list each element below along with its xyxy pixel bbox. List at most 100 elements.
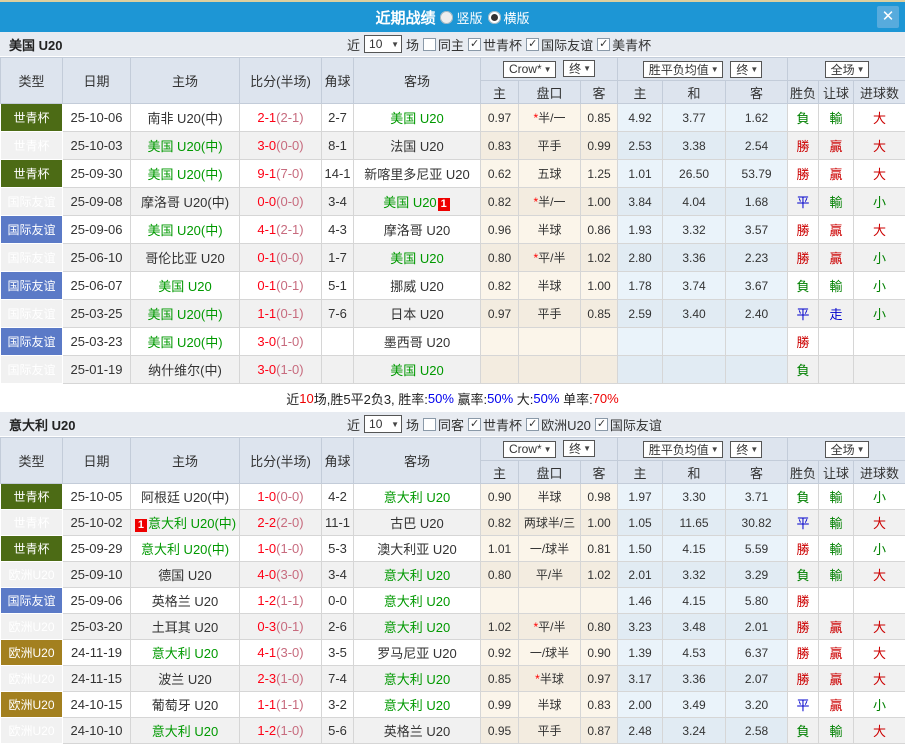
result-handicap: 贏 (818, 243, 855, 272)
avg-select[interactable]: 胜平负均值 ▼ (642, 440, 723, 458)
bookmaker-select[interactable]: Crow* ▼ (502, 440, 556, 458)
home-team: 美国 U20(中) (130, 327, 240, 356)
competition-badge: 欧洲U20 (0, 717, 63, 744)
odds-handicap-line: 半球 (518, 215, 581, 244)
chevron-down-icon: ▼ (710, 444, 719, 454)
friendly-label: 国际友谊 (541, 37, 594, 53)
corner-count: 3-4 (321, 187, 354, 216)
result-handicap: 贏 (818, 159, 855, 188)
odds-final-select[interactable]: 终 ▼ (563, 440, 596, 458)
odds-home: 0.97 (480, 103, 519, 132)
odds-handicap-line: 一/球半 (518, 535, 581, 562)
corner-count: 2-6 (321, 613, 354, 640)
match-date: 25-03-23 (62, 327, 131, 356)
radio-unselected-icon[interactable] (440, 10, 454, 24)
fulltime-score: 1-0 (257, 489, 277, 504)
friendly-label: 国际友谊 (609, 417, 662, 433)
match-count-select[interactable]: 10 ▼ (364, 415, 403, 433)
same-home-label: 同主 (438, 37, 465, 53)
match-date: 25-10-02 (62, 509, 131, 536)
bookmaker-select[interactable]: Crow* ▼ (502, 60, 556, 78)
match-row: 国际友谊 25-03-25 美国 U20(中) 1-1(0-1) 7-6 日本 U20 0.… (0, 299, 905, 328)
radio-selected-icon[interactable] (487, 10, 501, 24)
match-count-select[interactable]: 10 ▼ (364, 35, 403, 53)
worldcup-checkbox[interactable] (468, 417, 482, 431)
avg-draw: 3.32 (662, 215, 727, 244)
euro-u20-checkbox[interactable] (526, 417, 540, 431)
result-wdl: 勝 (787, 535, 820, 562)
close-button[interactable]: ✕ (877, 6, 899, 28)
corner-count: 11-1 (321, 509, 354, 536)
avg-final-select[interactable]: 终 ▼ (730, 60, 763, 78)
comp-filter-friendly: 国际友谊 (594, 415, 662, 434)
sub-odds-away: 客 (579, 80, 619, 104)
home-team: 摩洛哥 U20(中) (130, 187, 240, 216)
odds-away: 0.85 (579, 103, 619, 132)
result-handicap: 贏 (818, 613, 855, 640)
team-name: 澳大利亚 U20 (377, 542, 457, 557)
corner-count: 3-4 (321, 561, 354, 588)
live-odds-asterisk: * (533, 111, 539, 125)
fulltime-score: 4-1 (257, 645, 277, 660)
odds-handicap-line: *半/一 (518, 103, 581, 132)
odds-home (480, 587, 519, 614)
avg-select[interactable]: 胜平负均值 ▼ (642, 60, 723, 78)
competition-badge: 世青杯 (0, 535, 63, 562)
result-char: 輸 (829, 490, 843, 505)
avg-away-win (725, 355, 789, 384)
odds-home: 0.97 (480, 299, 519, 328)
team-name: 美国 U20(中) (147, 223, 223, 238)
same-home-checkbox[interactable] (423, 37, 437, 51)
col-score: 比分(半场) (239, 437, 322, 484)
layout-horizontal-radio[interactable]: 横版 (487, 8, 530, 27)
summary-segment: 10 (299, 390, 314, 406)
odds-away: 1.00 (579, 271, 619, 300)
home-team: 南非 U20(中) (130, 103, 240, 132)
layout-vertical-radio[interactable]: 竖版 (440, 8, 483, 27)
odds-away: 0.85 (579, 299, 619, 328)
layout-vertical-label: 竖版 (456, 10, 483, 26)
avg-away-win: 1.68 (725, 187, 789, 216)
odds-away: 0.98 (579, 483, 619, 510)
friendly-checkbox[interactable] (526, 37, 540, 51)
fulltime-select[interactable]: 全场 ▼ (824, 440, 869, 458)
result-char: 勝 (796, 251, 810, 266)
odds-handicap-line: 一/球半 (518, 639, 581, 666)
avg-home-win: 1.50 (617, 535, 664, 562)
result-wdl: 勝 (787, 327, 820, 356)
worldcup-checkbox[interactable] (468, 37, 482, 51)
fulltime-group-header: 全场 ▼ (787, 57, 905, 81)
odds-home: 0.80 (480, 243, 519, 272)
corner-count: 1-7 (321, 243, 354, 272)
team-name: 意大利 U20 (151, 724, 219, 739)
halftime-score: (3-0) (276, 645, 304, 660)
match-row: 世青杯 25-09-29 意大利 U20(中) 1-0(1-0) 5-3 澳大利亚 U20… (0, 535, 905, 562)
away-team: 意大利 U20 (353, 483, 481, 510)
odds-home: 0.92 (480, 639, 519, 666)
score: 4-1(3-0) (239, 639, 322, 666)
team-name: 美国 U20(中) (147, 139, 223, 154)
odds-handicap-line (518, 355, 581, 384)
fulltime-select[interactable]: 全场 ▼ (824, 60, 869, 78)
same-away-checkbox[interactable] (423, 417, 437, 431)
odds-final-select[interactable]: 终 ▼ (563, 60, 596, 78)
matches-label: 场 (406, 37, 420, 53)
result-over-under: 大 (853, 717, 905, 744)
corner-count: 2-7 (321, 103, 354, 132)
concacaf-checkbox[interactable] (597, 37, 611, 51)
result-handicap: 輸 (818, 535, 855, 562)
avg-home-win: 1.39 (617, 639, 664, 666)
avg-draw: 3.38 (662, 131, 727, 160)
away-team: 意大利 U20 (353, 691, 481, 718)
result-char: 負 (796, 279, 810, 294)
score: 1-0(1-0) (239, 535, 322, 562)
result-char: 贏 (829, 251, 843, 266)
odds-away: 0.86 (579, 215, 619, 244)
match-date: 25-09-10 (62, 561, 131, 588)
friendly-checkbox[interactable] (594, 417, 608, 431)
match-date: 25-10-06 (62, 103, 131, 132)
corner-count: 4-3 (321, 215, 354, 244)
avg-final-select[interactable]: 终 ▼ (730, 440, 763, 458)
result-over-under: 小 (853, 691, 905, 718)
halftime-score: (1-0) (276, 334, 304, 349)
